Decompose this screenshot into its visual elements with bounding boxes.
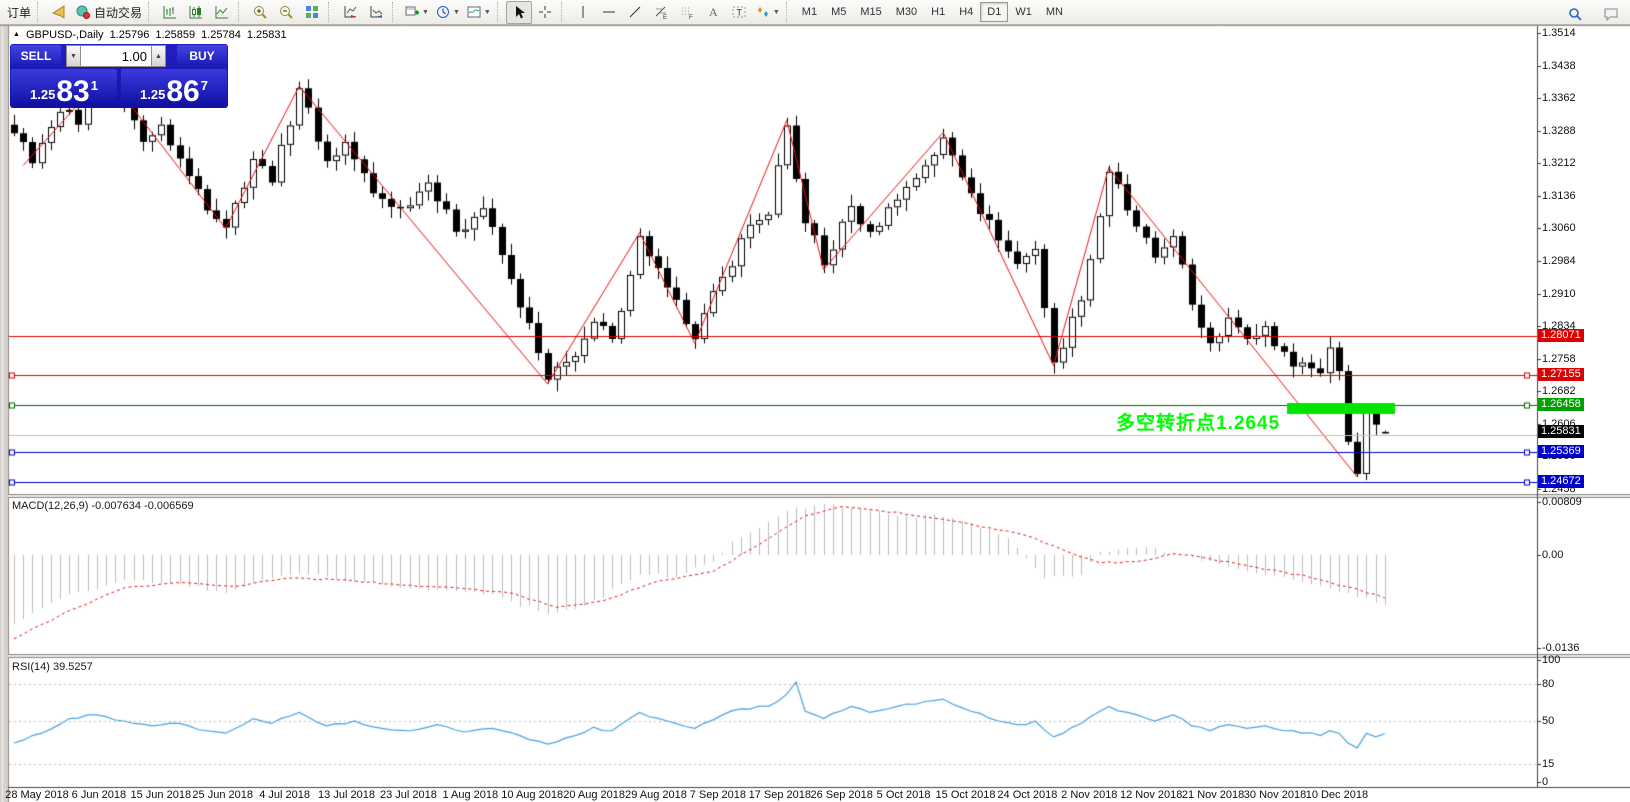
buy-button[interactable]: BUY [177,45,227,67]
horizontal-line-icon [601,4,617,20]
text-label-button[interactable]: T [726,1,752,24]
text-icon: A [705,4,721,20]
timeframe-h4[interactable]: H4 [952,2,980,22]
zoom-out-button[interactable] [273,1,299,24]
indicators-icon [404,4,420,20]
arrows-icon [755,4,771,20]
toolbar-separator [328,2,333,22]
bid-price-badge: 1.25831 [1538,425,1584,438]
cursor-icon [511,4,527,20]
volume-input[interactable] [81,45,151,67]
buy-price-big: 86 [166,77,199,106]
toolbar: 订单 自动交易 ▼ ▼ ▼ E F A T ▼ M1M5M15M30H1H4D1W1MN [0,0,1630,25]
chevron-down-icon: ▼ [453,9,460,16]
timeframe-w1[interactable]: W1 [1008,2,1039,22]
chart-shift-icon [368,4,384,20]
price-line-badge: 1.24672 [1538,475,1584,488]
bar-chart-icon [162,4,178,20]
bar-chart-button[interactable] [157,1,183,24]
fibonacci-fan-button[interactable]: F [674,1,700,24]
svg-text:E: E [663,15,667,20]
price-line-badge: 1.25369 [1538,445,1584,458]
sell-price-big: 83 [56,77,89,106]
text-label-icon: T [731,4,747,20]
cursor-button[interactable] [506,1,532,24]
buy-price-box[interactable]: 1.25 86 7 [121,69,227,107]
line-chart-icon [214,4,230,20]
fibonacci-fan-icon: F [679,4,695,20]
toolbar-separator [561,2,566,22]
svg-text:A: A [709,5,718,19]
timeframe-d1[interactable]: D1 [980,2,1008,22]
tile-windows-icon [304,4,320,20]
toolbar-separator [497,2,502,22]
new-order-button[interactable]: 订单 [1,1,34,24]
timeframe-m15[interactable]: M15 [853,2,888,22]
timeframe-m5[interactable]: M5 [824,2,853,22]
chevron-down-icon: ▼ [484,9,491,16]
toolbar-separator [392,2,397,22]
chart-shift-button[interactable] [363,1,389,24]
search-icon[interactable] [1562,2,1588,25]
volume-decrease-stepper[interactable]: ▼ [66,45,81,67]
autotrading-button[interactable]: 自动交易 [72,1,145,24]
zoom-in-button[interactable] [247,1,273,24]
periods-button[interactable]: ▼ [432,1,463,24]
sell-price-box[interactable]: 1.25 83 1 [11,69,117,107]
timeframe-m1[interactable]: M1 [795,2,824,22]
templates-button[interactable]: ▼ [463,1,494,24]
buy-price-pip: 7 [201,78,208,93]
svg-text:F: F [689,15,693,20]
tile-windows-button[interactable] [299,1,325,24]
zoom-in-icon [252,4,268,20]
alerts-button[interactable] [46,1,72,24]
timeframe-m30[interactable]: M30 [889,2,924,22]
price-line-badge: 1.28071 [1538,329,1584,342]
candlestick-chart-icon [188,4,204,20]
volume-increase-stepper[interactable]: ▲ [151,45,166,67]
price-line-badge: 1.26458 [1538,398,1584,411]
vertical-line-button[interactable] [570,1,596,24]
toolbar-separator [238,2,243,22]
price-chart-canvas[interactable] [0,0,1630,802]
crosshair-icon [537,4,553,20]
chevron-down-icon: ▼ [773,9,780,16]
toolbar-separator [786,2,791,22]
candlestick-chart-button[interactable] [183,1,209,24]
svg-text:T: T [736,8,742,18]
arrange-charts-icon [342,4,358,20]
text-button[interactable]: A [700,1,726,24]
chevron-down-icon: ▼ [422,9,429,16]
new-order-label: 订单 [7,4,31,21]
crosshair-button[interactable] [532,1,558,24]
fibonacci-icon: E [653,4,669,20]
trendline-icon [627,4,643,20]
arrows-button[interactable]: ▼ [752,1,783,24]
buy-price-small: 1.25 [140,87,165,102]
toolbar-separator [148,2,153,22]
arrange-charts-button[interactable] [337,1,363,24]
zoom-out-icon [278,4,294,20]
trendline-button[interactable] [622,1,648,24]
timeframe-h1[interactable]: H1 [924,2,952,22]
autotrading-icon [75,4,91,20]
line-chart-button[interactable] [209,1,235,24]
sell-button[interactable]: SELL [11,45,61,67]
fibonacci-button[interactable]: E [648,1,674,24]
indicators-button[interactable]: ▼ [401,1,432,24]
horizontal-line-button[interactable] [596,1,622,24]
sell-price-pip: 1 [91,78,98,93]
chat-icon[interactable] [1598,2,1624,25]
price-line-badge: 1.27155 [1538,368,1584,381]
periods-icon [435,4,451,20]
one-click-trade-panel: SELL ▼ ▲ BUY 1.25 83 1 1.25 86 7 [10,44,228,108]
templates-icon [466,4,482,20]
autotrading-label: 自动交易 [94,4,142,21]
sell-price-small: 1.25 [30,87,55,102]
alerts-icon [51,4,67,20]
timeframe-mn[interactable]: MN [1039,2,1070,22]
toolbar-separator [37,2,42,22]
vertical-line-icon [575,4,591,20]
